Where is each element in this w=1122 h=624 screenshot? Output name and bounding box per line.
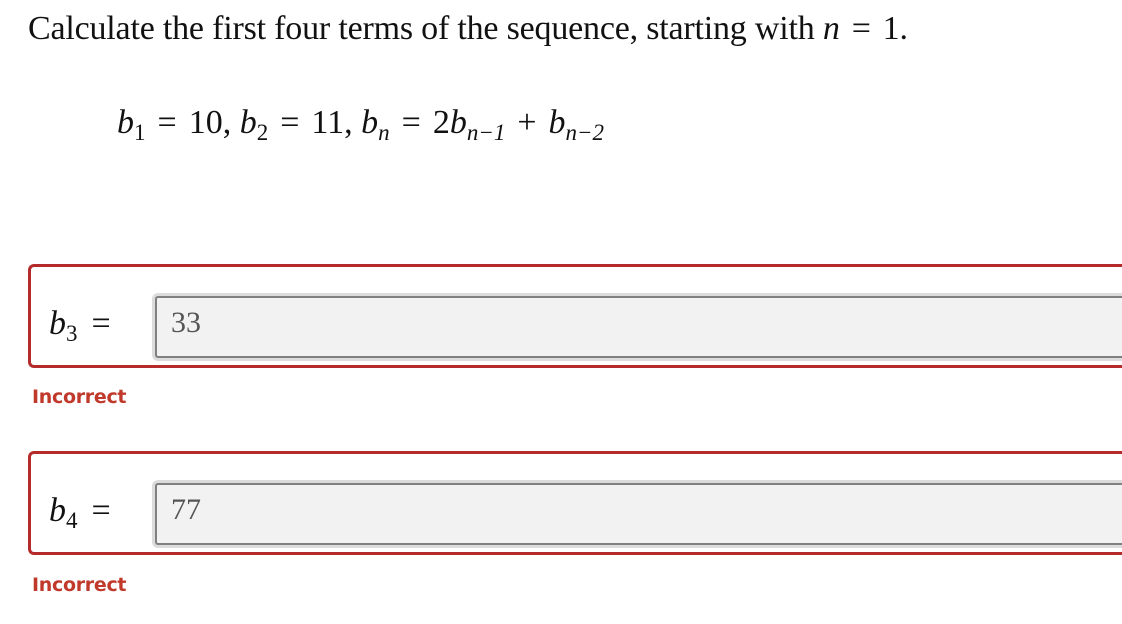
formula-sub-n: n xyxy=(378,120,390,145)
formula-b-nm2: b xyxy=(548,104,566,141)
feedback-b4: Incorrect xyxy=(32,574,127,596)
formula-sub-2: 2 xyxy=(256,120,269,145)
formula-bn: b xyxy=(361,104,379,141)
prompt-text: Calculate the first four terms of the se… xyxy=(28,10,815,47)
formula-eq-2: = xyxy=(280,104,300,141)
answer-label-b4: b4 = xyxy=(49,492,111,533)
formula-sub-nm1: n−1 xyxy=(466,120,506,145)
answer-input-b4[interactable]: 77 xyxy=(155,483,1122,545)
answer-input-b3[interactable]: 33 xyxy=(155,296,1122,358)
label-var: b xyxy=(49,492,66,529)
label-sub: 3 xyxy=(66,321,78,346)
feedback-b3: Incorrect xyxy=(32,386,127,408)
recurrence-formula: b1 = 10, b2 = 11, bn = 2bn−1 + bn−2 xyxy=(117,104,605,145)
label-equals: = xyxy=(91,492,111,529)
formula-eq-3: = xyxy=(401,104,421,141)
formula-val-2: 11, xyxy=(311,104,353,141)
prompt-variable: n xyxy=(822,10,840,47)
question-prompt: Calculate the first four terms of the se… xyxy=(28,10,908,48)
formula-b-nm1: b xyxy=(449,104,467,141)
formula-b1: b xyxy=(117,104,134,141)
formula-eq-1: = xyxy=(157,104,177,141)
formula-plus: + xyxy=(517,104,537,141)
prompt-value: 1. xyxy=(882,10,908,47)
label-equals: = xyxy=(91,305,111,342)
prompt-equals: = xyxy=(851,10,871,47)
label-sub: 4 xyxy=(66,508,78,533)
answer-box-b3: b3 = 33 xyxy=(28,264,1122,368)
answer-label-b3: b3 = xyxy=(49,305,111,346)
formula-sub-nm2: n−2 xyxy=(565,120,605,145)
formula-b2: b xyxy=(239,104,257,141)
label-var: b xyxy=(49,305,66,342)
answer-box-b4: b4 = 77 xyxy=(28,451,1122,555)
formula-coef: 2 xyxy=(432,104,450,141)
formula-val-1: 10, xyxy=(188,104,232,141)
formula-sub-1: 1 xyxy=(134,120,146,145)
